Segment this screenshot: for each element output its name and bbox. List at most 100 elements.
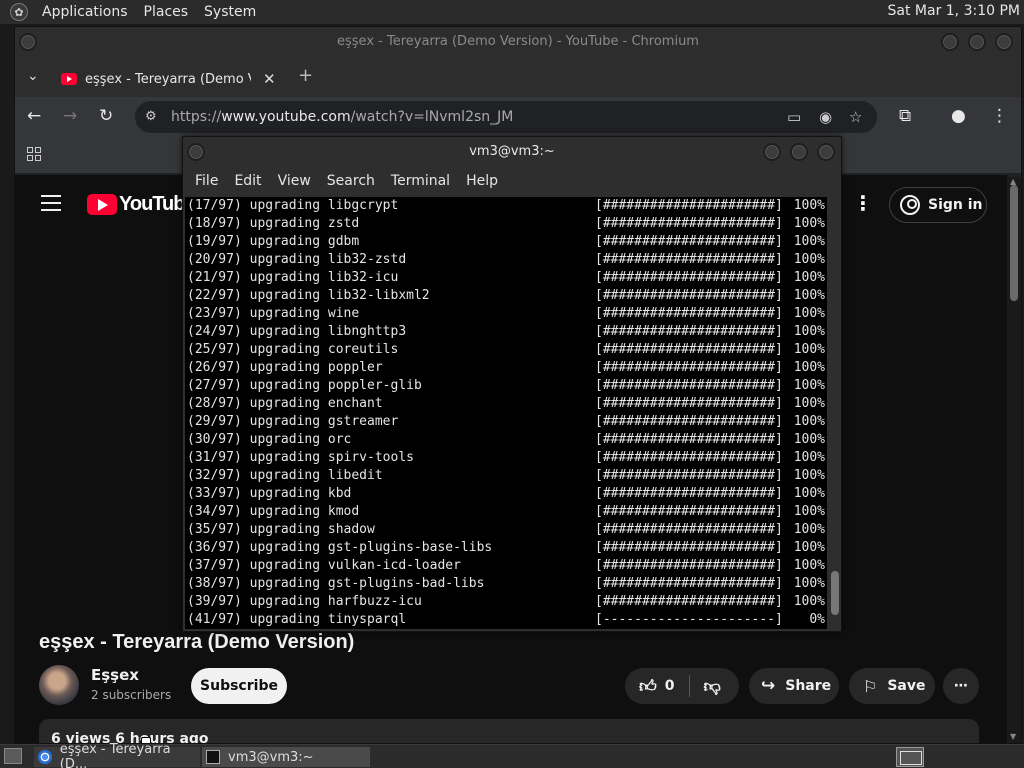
progress-percent: 100%	[793, 594, 825, 609]
terminal-window-title: vm3@vm3:~	[469, 144, 555, 159]
minimize-button[interactable]	[941, 33, 959, 51]
terminal-line: (22/97) upgrading lib32-libxml2 [########…	[187, 287, 827, 305]
progress-bar-text: [######################]	[595, 540, 783, 555]
profile-icon[interactable]: ●	[951, 106, 966, 126]
progress-bar-text: [######################]	[595, 378, 783, 393]
reload-icon[interactable]: ↻	[99, 106, 113, 126]
progress-bar-text: [######################]	[595, 360, 783, 375]
progress-bar-text: [######################]	[595, 270, 783, 285]
channel-name[interactable]: Eşşex	[91, 666, 139, 684]
page-scroll-thumb[interactable]	[1010, 185, 1018, 301]
sign-in-button[interactable]: Sign in	[889, 187, 987, 223]
terminal-line: (37/97) upgrading vulkan-icd-loader [####…	[187, 557, 827, 575]
menu-search[interactable]: Search	[319, 173, 383, 189]
progress-percent: 100%	[793, 288, 825, 303]
url-text[interactable]: https://www.youtube.com/watch?v=lNvml2sn…	[171, 101, 513, 133]
menu-view[interactable]: View	[270, 173, 319, 189]
tab-search-chevron-icon[interactable]: ⌄	[27, 68, 39, 84]
menu-terminal[interactable]: Terminal	[383, 173, 458, 189]
terminal-titlebar[interactable]: vm3@vm3:~	[183, 137, 841, 167]
progress-percent: 100%	[793, 378, 825, 393]
terminal-line: (41/97) upgrading tinysparql [-----------…	[187, 611, 827, 629]
close-window-button[interactable]	[995, 33, 1013, 51]
progress-bar-text: [######################]	[595, 522, 783, 537]
like-dislike-group: 👍︎ 0 👎︎	[625, 668, 739, 704]
back-arrow-icon[interactable]: ←	[27, 106, 41, 126]
more-horizontal-icon: ⋯	[954, 678, 968, 694]
terminal-window-menu-icon[interactable]	[187, 143, 205, 161]
dislike-thumb-down-icon[interactable]: 👎︎	[704, 676, 721, 697]
window-menu-icon[interactable]	[19, 33, 37, 51]
terminal-scrollbar[interactable]	[829, 197, 841, 629]
chrome-menu-kebab-icon[interactable]: ⋮	[991, 106, 1008, 126]
account-circle-icon	[900, 195, 920, 215]
taskbar-item-terminal[interactable]: vm3@vm3:~	[202, 747, 370, 767]
show-desktop-icon[interactable]	[4, 748, 22, 764]
tracking-eye-off-icon[interactable]: ◉	[819, 101, 832, 133]
progress-bar-text: [######################]	[595, 234, 783, 249]
like-count[interactable]: 0	[665, 678, 675, 694]
share-button[interactable]: ↪ Share	[749, 668, 839, 704]
system-menu[interactable]: System	[196, 4, 264, 20]
description-box[interactable]: 6 views 6 hours ago	[39, 719, 979, 743]
workspace-switcher[interactable]	[896, 747, 924, 767]
progress-bar-text: [######################]	[595, 342, 783, 357]
package-step: (29/97) upgrading gstreamer	[187, 414, 399, 429]
terminal-minimize-button[interactable]	[763, 143, 781, 161]
package-step: (39/97) upgrading harfbuzz-icu	[187, 594, 422, 609]
terminal-scroll-thumb[interactable]	[831, 571, 839, 615]
more-actions-button[interactable]: ⋯	[943, 668, 979, 704]
youtube-logo[interactable]: YouTube	[87, 193, 196, 216]
tab-strip: ⌄ eşşex - Tereyarra (Demo Ver ✕ +	[15, 59, 1021, 97]
package-step: (28/97) upgrading enchant	[187, 396, 383, 411]
terminal-maximize-button[interactable]	[790, 143, 808, 161]
panel-clock[interactable]: Sat Mar 1, 3:10 PM	[888, 3, 1021, 19]
subscribe-button[interactable]: Subscribe	[191, 668, 287, 704]
progress-bar-text: [######################]	[595, 558, 783, 573]
bottom-taskbar: eşşex - Tereyarra (D... vm3@vm3:~	[0, 742, 1024, 768]
applications-menu[interactable]: Applications	[34, 4, 136, 20]
terminal-close-button[interactable]	[817, 143, 835, 161]
progress-bar-text: [######################]	[595, 486, 783, 501]
bookmark-star-icon[interactable]: ☆	[849, 101, 862, 133]
places-menu[interactable]: Places	[136, 4, 197, 20]
terminal-line: (21/97) upgrading lib32-icu [############…	[187, 269, 827, 287]
page-scrollbar[interactable]: ▲ ▼	[1007, 177, 1021, 743]
package-step: (41/97) upgrading tinysparql	[187, 612, 407, 627]
save-button[interactable]: ⚐ Save	[849, 668, 935, 704]
chromium-titlebar[interactable]: eşşex - Tereyarra (Demo Version) - YouTu…	[15, 27, 1021, 59]
settings-kebab-icon[interactable]: ⋮	[853, 191, 873, 215]
terminal-line: (26/97) upgrading poppler [##############…	[187, 359, 827, 377]
tab-youtube[interactable]: eşşex - Tereyarra (Demo Ver ✕	[51, 61, 289, 97]
top-panel: ✿ Applications Places System Sat Mar 1, …	[0, 0, 1024, 24]
tab-close-icon[interactable]: ✕	[263, 70, 276, 88]
terminal-line: (34/97) upgrading kmod [#################…	[187, 503, 827, 521]
taskbar-item-chromium[interactable]: eşşex - Tereyarra (D...	[34, 742, 200, 768]
extensions-puzzle-icon[interactable]: ⧉	[899, 106, 911, 126]
channel-avatar[interactable]	[39, 665, 79, 705]
new-tab-plus-icon[interactable]: +	[298, 65, 313, 86]
terminal-line: (19/97) upgrading gdbm [#################…	[187, 233, 827, 251]
progress-bar-text: [######################]	[595, 306, 783, 321]
address-bar[interactable]: ⚙ https://www.youtube.com/watch?v=lNvml2…	[135, 101, 877, 133]
install-app-icon[interactable]: ▭	[787, 101, 801, 133]
like-thumb-up-icon[interactable]: 👍︎	[639, 676, 657, 697]
forward-arrow-icon[interactable]: →	[63, 106, 77, 126]
terminal-line: (18/97) upgrading zstd [#################…	[187, 215, 827, 233]
distro-logo-icon[interactable]: ✿	[10, 3, 28, 21]
package-step: (33/97) upgrading kbd	[187, 486, 352, 501]
apps-grid-icon[interactable]	[27, 147, 41, 161]
menu-edit[interactable]: Edit	[226, 173, 269, 189]
progress-percent: 0%	[809, 612, 825, 627]
terminal-output[interactable]: (17/97) upgrading libgcrypt [############…	[185, 197, 827, 629]
guide-menu-icon[interactable]	[41, 195, 61, 216]
scroll-down-icon[interactable]: ▼	[1010, 732, 1016, 741]
menu-file[interactable]: File	[187, 173, 226, 189]
progress-percent: 100%	[793, 504, 825, 519]
site-info-icon[interactable]: ⚙	[145, 101, 157, 133]
terminal-line: (39/97) upgrading harfbuzz-icu [#########…	[187, 593, 827, 611]
menu-help[interactable]: Help	[458, 173, 506, 189]
maximize-button[interactable]	[968, 33, 986, 51]
terminal-line: (36/97) upgrading gst-plugins-base-libs […	[187, 539, 827, 557]
progress-percent: 100%	[793, 450, 825, 465]
